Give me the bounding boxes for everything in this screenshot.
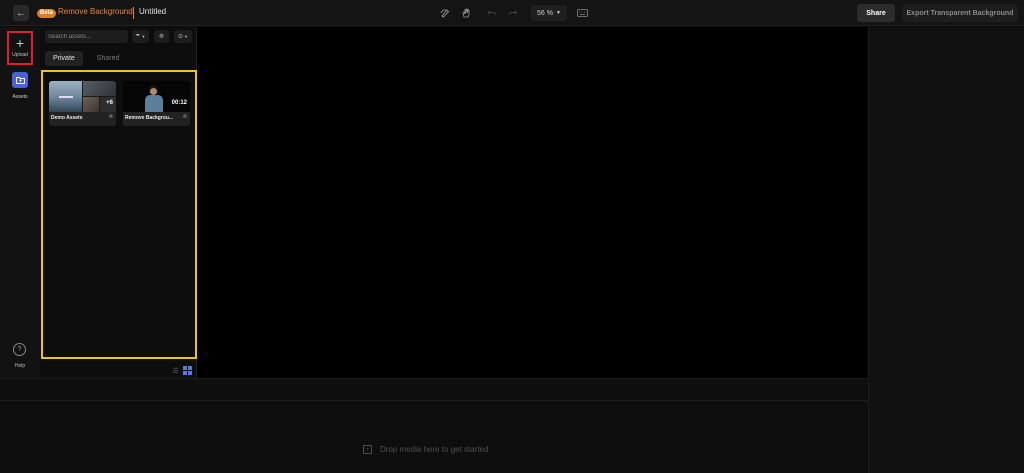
tab-shared[interactable]: Shared <box>89 51 128 66</box>
upload-label: Upload <box>12 52 28 58</box>
share-button[interactable]: Share <box>857 4 895 22</box>
drop-hint-text: Drop media here to get started <box>380 445 489 454</box>
undo-icon <box>487 10 496 16</box>
editor-canvas[interactable] <box>197 27 868 378</box>
more-count-badge: +6 <box>106 100 113 106</box>
add-media-icon: + <box>363 445 372 454</box>
app-root: ← Beta Remove Background Untitled 56 % ▼… <box>0 0 1024 473</box>
list-view-toggle[interactable]: ☰ <box>171 366 180 375</box>
title-divider <box>133 7 134 19</box>
left-rail: + Upload Assets ? Help <box>0 27 40 378</box>
hand-icon <box>462 8 470 18</box>
more-options-button[interactable]: ⊝ ▼ <box>174 30 192 43</box>
face-shape <box>150 88 157 95</box>
assets-button[interactable] <box>12 72 28 88</box>
undo-button[interactable] <box>484 5 500 21</box>
portrait-image <box>83 97 99 112</box>
arrow-left-icon: ← <box>16 7 26 19</box>
grid-icon <box>183 366 192 375</box>
zoom-dropdown[interactable]: 56 % ▼ <box>531 5 567 21</box>
back-button[interactable]: ← <box>13 5 29 21</box>
demo-assets-thumbnail: +6 <box>49 81 116 112</box>
pin-icon[interactable]: ⟰ <box>109 114 113 120</box>
chevron-down-icon: ▼ <box>556 10 561 16</box>
document-title[interactable]: Untitled <box>139 7 166 16</box>
body-shape <box>145 95 163 112</box>
asset-tabs: Private Shared <box>45 51 127 66</box>
more-circle-icon: ⊝ <box>178 34 184 40</box>
help-label: Help <box>14 363 26 369</box>
duration-badge: 00:12 <box>171 100 187 106</box>
assets-label: Assets <box>12 94 28 100</box>
timeline-divider <box>0 400 868 401</box>
search-assets-input[interactable] <box>45 30 128 43</box>
keyboard-icon <box>576 9 588 17</box>
card-label: Remove Backgrou... <box>125 115 174 121</box>
card-label: Demo Assets <box>51 115 83 121</box>
filter-button[interactable]: ⏷ ▼ <box>132 30 149 43</box>
chevron-down-icon: ▼ <box>184 34 188 39</box>
assets-grid: +6 Demo Assets ⟰ 00:12 Remove Backgrou..… <box>41 70 197 359</box>
pin-icon[interactable]: ⟰ <box>183 114 187 120</box>
asset-card-remove-background[interactable]: 00:12 Remove Backgrou... ⟰ <box>123 81 190 126</box>
plus-icon: + <box>15 35 25 51</box>
zoom-value: 56 % <box>537 9 553 17</box>
sort-button[interactable]: ⟰ <box>154 30 169 43</box>
asset-card-demo[interactable]: +6 Demo Assets ⟰ <box>49 81 116 126</box>
help-button[interactable]: ? <box>13 343 26 356</box>
people-image <box>83 81 116 96</box>
chevron-down-icon: ▼ <box>141 34 146 39</box>
pen-icon <box>440 9 450 18</box>
assets-panel: ⏷▼ ⟰ ⊝▼ Private Shared +6 Dem <box>40 27 197 378</box>
redo-button[interactable] <box>505 5 521 21</box>
export-button[interactable]: Export Transparent Background <box>902 4 1018 22</box>
video-thumbnail: 00:12 <box>123 81 190 112</box>
pen-tool-button[interactable] <box>437 5 453 21</box>
upload-button[interactable]: + Upload <box>7 31 33 65</box>
properties-panel <box>868 27 1024 473</box>
grid-view-toggle[interactable] <box>183 366 192 375</box>
beta-badge: Beta <box>37 9 57 18</box>
folder-icon <box>15 77 25 84</box>
app-title: Remove Background <box>58 7 133 16</box>
list-icon: ☰ <box>172 367 179 375</box>
tab-private[interactable]: Private <box>45 51 83 66</box>
hand-tool-button[interactable] <box>458 5 474 21</box>
boat-shape <box>59 96 73 98</box>
filter-icon: ⏷ <box>135 33 141 39</box>
drop-media-hint: + Drop media here to get started <box>363 445 489 454</box>
keyboard-shortcuts-button[interactable] <box>574 5 590 21</box>
top-bar: ← Beta Remove Background Untitled 56 % ▼… <box>0 0 1024 26</box>
pin-icon: ⟰ <box>158 34 165 40</box>
timeline[interactable]: + Drop media here to get started <box>0 378 868 473</box>
redo-icon <box>509 10 518 16</box>
question-icon: ? <box>17 346 22 353</box>
